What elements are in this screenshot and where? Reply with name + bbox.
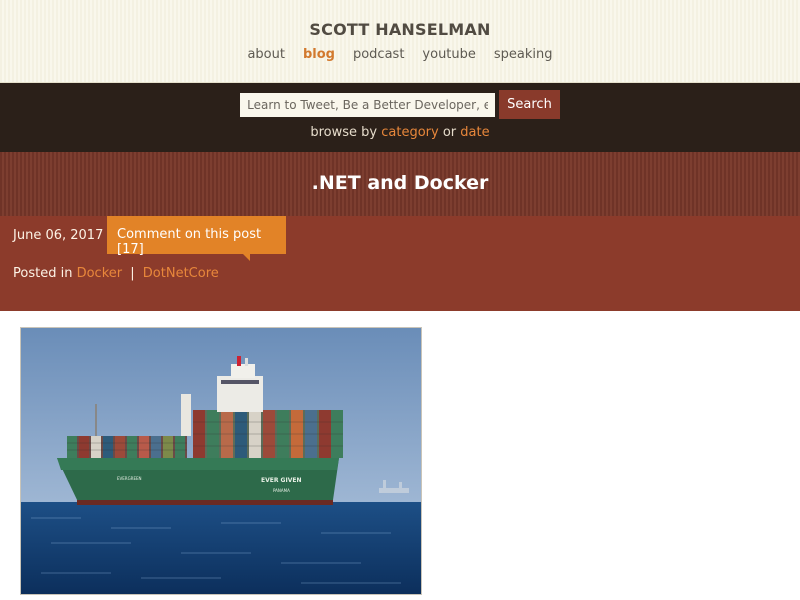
site-title[interactable]: SCOTT HANSELMAN	[309, 20, 490, 39]
browse-prefix: browse by	[310, 125, 378, 140]
search-input[interactable]	[240, 92, 496, 117]
ship-port-text: PANAMA	[273, 488, 290, 493]
ship-name-text: EVER GIVEN	[261, 477, 301, 484]
nav-about[interactable]: about	[247, 47, 285, 62]
search-button[interactable]: Search	[499, 90, 560, 119]
post-title[interactable]: .NET and Docker	[0, 172, 800, 194]
post-date: June 06, 2017	[13, 228, 104, 243]
browse-line: browse by category or date	[0, 125, 800, 140]
search-band: Search browse by category or date	[0, 83, 800, 152]
post-title-band: .NET and Docker	[0, 152, 800, 216]
category-separator: |	[130, 266, 135, 281]
posted-in-label: Posted in	[13, 266, 73, 281]
category-link-dotnetcore[interactable]: DotNetCore	[143, 266, 219, 281]
nav-blog[interactable]: blog	[303, 47, 335, 62]
site-nav: about blog podcast youtube speaking	[0, 47, 800, 62]
post-content: EVER GIVEN PANAMA EVERGREEN	[0, 311, 800, 595]
meta-top: June 06, 2017 Comment on this post [17]	[0, 216, 800, 261]
posted-in: Posted in Docker | DotNetCore	[0, 254, 800, 281]
nav-podcast[interactable]: podcast	[353, 47, 404, 62]
nav-youtube[interactable]: youtube	[422, 47, 475, 62]
browse-or: or	[442, 125, 457, 140]
browse-category-link[interactable]: category	[381, 125, 438, 140]
ship-bow-text: EVERGREEN	[117, 476, 142, 481]
hero-image: EVER GIVEN PANAMA EVERGREEN	[20, 327, 422, 595]
comment-link[interactable]: Comment on this post [17]	[107, 216, 286, 261]
browse-date-link[interactable]: date	[460, 125, 489, 140]
search-row: Search	[0, 90, 800, 119]
post-meta-band: June 06, 2017 Comment on this post [17] …	[0, 216, 800, 311]
container-ship-picture: EVER GIVEN PANAMA EVERGREEN	[21, 328, 421, 594]
category-link-docker[interactable]: Docker	[77, 266, 123, 281]
post-body-cutoff-line	[20, 594, 780, 600]
site-header: SCOTT HANSELMAN about blog podcast youtu…	[0, 0, 800, 83]
nav-speaking[interactable]: speaking	[494, 47, 553, 62]
post-body-cutoff	[20, 594, 780, 600]
